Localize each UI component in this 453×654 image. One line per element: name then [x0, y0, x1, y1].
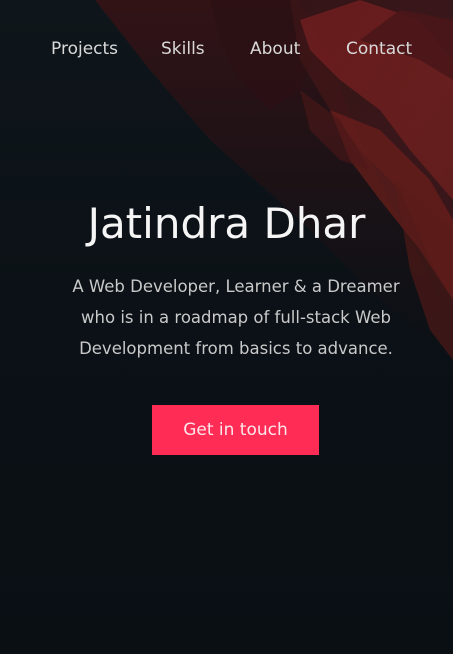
- get-in-touch-button[interactable]: Get in touch: [152, 405, 319, 455]
- nav-link-projects[interactable]: Projects: [51, 36, 118, 62]
- hero-description: A Web Developer, Learner & a Dreamer who…: [56, 271, 416, 364]
- nav-link-about[interactable]: About: [250, 36, 300, 62]
- nav-link-skills[interactable]: Skills: [161, 36, 205, 62]
- page: Projects Skills About Contact Jatindra D…: [0, 0, 453, 654]
- hero-name: Jatindra Dhar: [87, 199, 366, 248]
- hero-description-line: A Web Developer, Learner & a Dreamer: [72, 277, 400, 296]
- hero-description-line: who is in a roadmap of full-stack Web: [81, 308, 391, 327]
- main-nav: Projects Skills About Contact: [0, 36, 453, 62]
- nav-link-contact[interactable]: Contact: [346, 36, 412, 62]
- hero-description-line: Development from basics to advance.: [79, 339, 393, 358]
